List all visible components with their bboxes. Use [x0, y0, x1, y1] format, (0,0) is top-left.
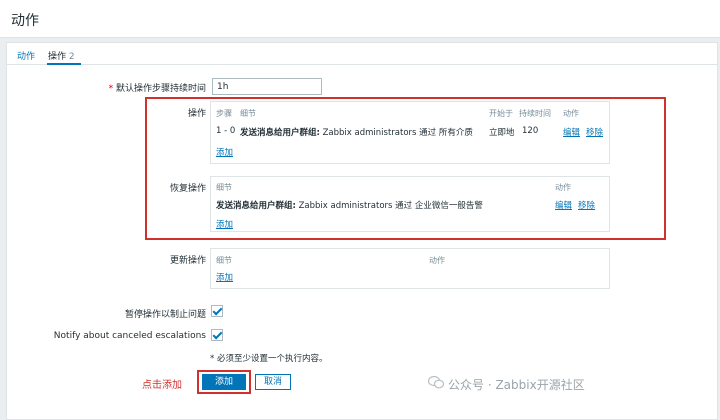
- update-operations-label: 更新操作: [169, 256, 206, 266]
- tab-action[interactable]: 动作: [17, 49, 35, 62]
- cancel-button[interactable]: 取消: [255, 374, 291, 390]
- notify-canceled-checkbox[interactable]: [211, 329, 223, 341]
- page-title: 动作: [11, 13, 39, 29]
- pause-suppressed-label: 暂停操作以制止问题: [124, 310, 206, 320]
- tab-operations-count: 2: [68, 52, 75, 62]
- tab-operations-label: 操作: [48, 52, 67, 62]
- update-operations-table: [210, 248, 610, 289]
- pause-suppressed-checkbox[interactable]: [211, 305, 223, 317]
- update-add-link[interactable]: 添加: [216, 271, 233, 283]
- watermark: 公众号 · Zabbix开源社区: [448, 378, 585, 392]
- required-note: * 必须至少设置一个执行内容。: [210, 354, 328, 364]
- notify-canceled-label: Notify about canceled escalations: [53, 331, 206, 341]
- operations-highlight-frame: [145, 97, 666, 240]
- tab-bar: 动作 操作 2: [7, 43, 717, 65]
- default-step-duration-label: * 默认操作步骤持续时间: [108, 84, 206, 94]
- tab-operations[interactable]: 操作 2: [48, 49, 75, 62]
- active-tab-indicator: [47, 63, 81, 65]
- update-header-action: 动作: [429, 256, 445, 265]
- update-header-details: 细节: [216, 256, 232, 265]
- default-step-duration-input[interactable]: [212, 78, 322, 95]
- click-add-annotation: 点击添加: [142, 380, 182, 391]
- add-button[interactable]: 添加: [202, 374, 246, 390]
- wechat-icon: [428, 375, 444, 389]
- page-header: 动作: [0, 0, 720, 38]
